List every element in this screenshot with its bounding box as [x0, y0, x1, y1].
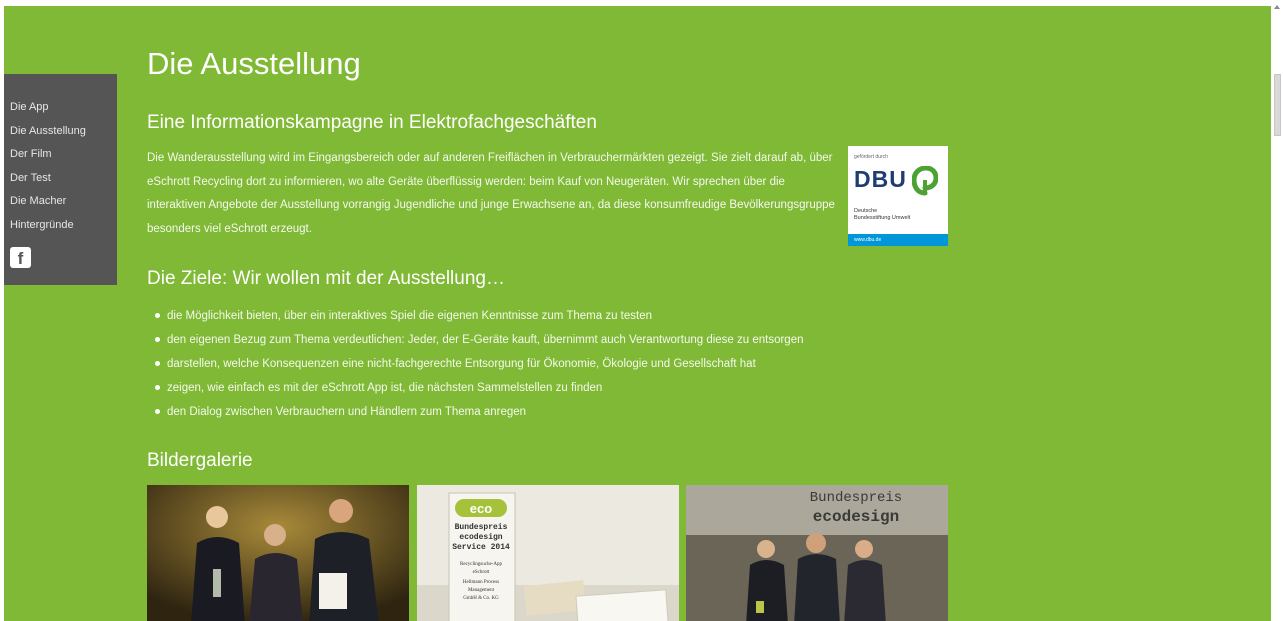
- page-background: Die App Die Ausstellung Der Film Der Tes…: [4, 6, 1271, 621]
- goals-list: die Möglichkeit bieten, über ein interak…: [147, 304, 804, 424]
- section-heading-goals: Die Ziele: Wir wollen mit der Ausstellun…: [147, 268, 505, 289]
- bullet-icon: [155, 385, 160, 390]
- ecodesign-eco-text: eco: [470, 501, 492, 516]
- dbu-name-line2: Bundesstiftung Umwelt: [854, 215, 911, 221]
- facebook-icon[interactable]: f: [10, 247, 31, 268]
- gallery-photo-ecodesign-award[interactable]: eco Bundespreis ecodesign Service 2014 R…: [417, 485, 679, 621]
- goal-text: die Möglichkeit bieten, über ein interak…: [167, 310, 652, 322]
- photo-illustration: eco Bundespreis ecodesign Service 2014 R…: [417, 485, 679, 621]
- scrollbar-thumb[interactable]: [1274, 74, 1281, 136]
- goal-item: zeigen, wie einfach es mit der eSchrott …: [155, 376, 804, 400]
- ecodesign-line6: Hellmann Process: [463, 580, 499, 585]
- goal-item: den eigenen Bezug zum Thema verdeutliche…: [155, 328, 804, 352]
- photo3-line1: Bundespreis: [810, 490, 902, 506]
- bullet-icon: [155, 361, 160, 366]
- dbu-funded-by-text: gefördert durch: [854, 154, 888, 160]
- nav-item-der-film[interactable]: Der Film: [10, 143, 117, 167]
- intro-paragraph: Die Wanderausstellung wird im Eingangsbe…: [147, 152, 835, 235]
- photo-illustration: Bundespreis ecodesign: [686, 485, 948, 621]
- goal-item: darstellen, welche Konsequenzen eine nic…: [155, 352, 804, 376]
- nav-item-hintergruende[interactable]: Hintergründe: [10, 214, 117, 238]
- dbu-letters: DBU: [854, 166, 907, 192]
- ecodesign-line4: Recyclingsuche-App: [460, 562, 502, 567]
- dbu-foundation-name: Deutsche Bundesstiftung Umwelt: [854, 208, 910, 222]
- scroll-up-arrow-icon[interactable]: [1274, 5, 1280, 9]
- gallery-photo-award-ceremony-2[interactable]: Bundespreis ecodesign: [686, 485, 948, 621]
- sidebar-nav: Die App Die Ausstellung Der Film Der Tes…: [4, 74, 117, 285]
- ecodesign-line5: eSchrott: [473, 570, 490, 575]
- gallery-photo-award-ceremony-1[interactable]: [147, 485, 409, 621]
- ecodesign-line2: ecodesign: [459, 533, 502, 542]
- bullet-icon: [155, 313, 160, 318]
- dbu-name-line1: Deutsche: [854, 208, 878, 214]
- goal-text: den eigenen Bezug zum Thema verdeutliche…: [167, 334, 804, 346]
- goal-item: den Dialog zwischen Verbrauchern und Hän…: [155, 400, 804, 424]
- photo3-line2: ecodesign: [813, 508, 899, 526]
- goal-text: darstellen, welche Konsequenzen eine nic…: [167, 358, 756, 370]
- image-gallery: eco Bundespreis ecodesign Service 2014 R…: [147, 485, 949, 621]
- section-heading-campaign: Eine Informationskampagne in Elektrofach…: [147, 112, 597, 133]
- bullet-icon: [155, 337, 160, 342]
- nav-item-die-ausstellung[interactable]: Die Ausstellung: [10, 120, 117, 144]
- ecodesign-line1: Bundespreis: [455, 523, 508, 532]
- nav-item-die-app[interactable]: Die App: [10, 96, 117, 120]
- vertical-scrollbar[interactable]: [1272, 0, 1283, 621]
- goal-text: zeigen, wie einfach es mit der eSchrott …: [167, 382, 603, 394]
- goal-text: den Dialog zwischen Verbrauchern und Hän…: [167, 406, 527, 418]
- nav-item-die-macher[interactable]: Die Macher: [10, 190, 117, 214]
- dbu-logo[interactable]: gefördert durch DBU Deutsche Bundesstift…: [848, 146, 948, 246]
- dbu-url-bar: www.dbu.de: [848, 234, 948, 246]
- dbu-url: www.dbu.de: [854, 237, 882, 243]
- nav-list: Die App Die Ausstellung Der Film Der Tes…: [4, 74, 117, 237]
- nav-item-der-test[interactable]: Der Test: [10, 167, 117, 191]
- goal-item: die Möglichkeit bieten, über ein interak…: [155, 304, 804, 328]
- ecodesign-line8: GmbH & Co. KG: [463, 596, 499, 601]
- ecodesign-line3: Service 2014: [452, 543, 510, 552]
- ecodesign-line7: Management: [468, 588, 495, 593]
- section-heading-gallery: Bildergalerie: [147, 450, 253, 471]
- photo-illustration: [147, 485, 409, 621]
- page-title: Die Ausstellung: [147, 46, 361, 81]
- dbu-leaf-icon: [912, 166, 938, 196]
- bullet-icon: [155, 409, 160, 414]
